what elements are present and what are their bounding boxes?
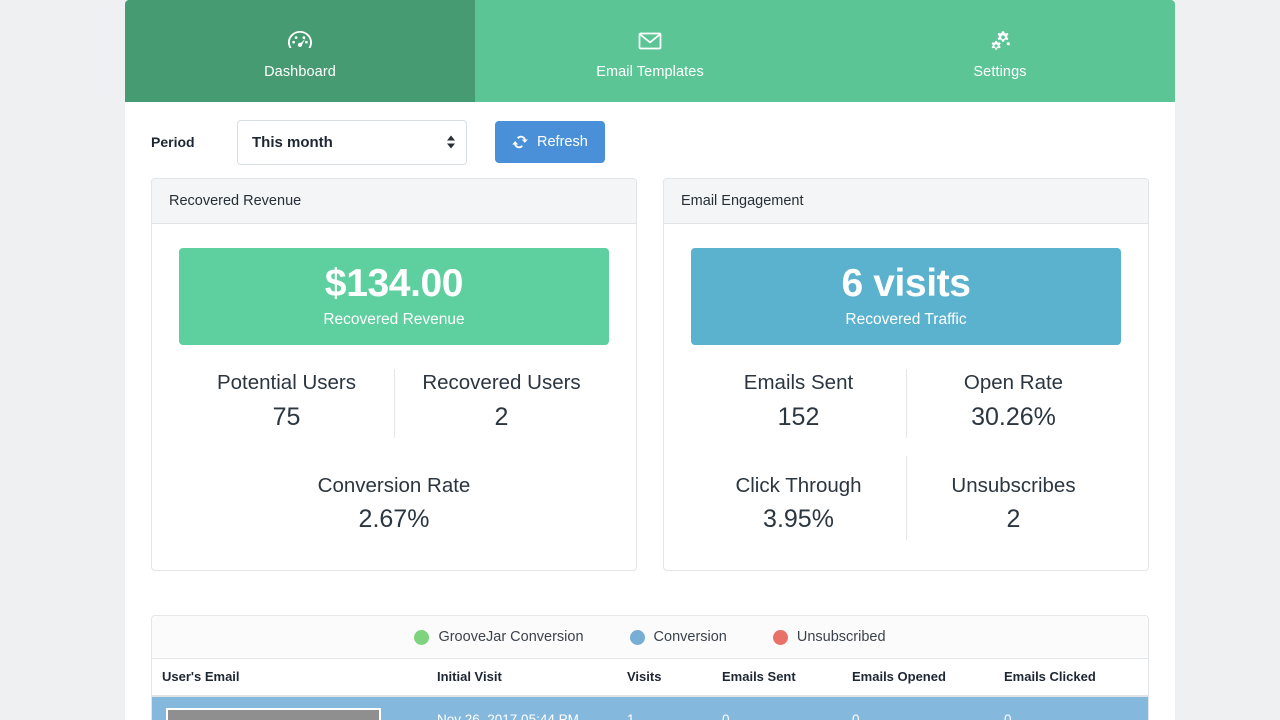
cell-emails-opened: 0 <box>852 696 1004 720</box>
panel-recovered-revenue: Recovered Revenue $134.00 Recovered Reve… <box>151 178 637 572</box>
app-root: Dashboard Email Templates Settings Perio… <box>0 0 1280 720</box>
legend-label: Unsubscribed <box>796 629 886 646</box>
stat-value: 30.26% <box>971 402 1056 431</box>
table-header-row: User's Email Initial Visit Visits Emails… <box>152 658 1148 698</box>
main-navigation: Dashboard Email Templates Settings <box>125 0 1175 102</box>
filter-bar: Period This month Refresh <box>125 102 1175 178</box>
revenue-stat-grid: Potential Users 75 Recovered Users 2 Con… <box>179 361 609 550</box>
revenue-hero-banner: $134.00 Recovered Revenue <box>179 248 609 345</box>
stat-conversion-rate: Conversion Rate 2.67% <box>179 448 609 551</box>
chart-legend: GrooveJar Conversion Conversion Unsubscr… <box>152 616 1148 659</box>
stat-open-rate: Open Rate 30.26% <box>906 361 1121 448</box>
stat-value: 2.67% <box>358 505 430 534</box>
period-select[interactable]: This month <box>237 119 467 165</box>
legend-color-dot <box>772 629 788 645</box>
users-table-section: GrooveJar Conversion Conversion Unsubscr… <box>151 615 1149 720</box>
users-table: User's Email Initial Visit Visits Emails… <box>152 658 1148 720</box>
cell-emails-clicked: 0 <box>1004 696 1148 720</box>
stat-label: Emails Sent <box>743 371 854 394</box>
envelope-icon <box>638 26 662 56</box>
tab-label: Email Templates <box>596 64 704 80</box>
cogs-icon <box>987 26 1013 56</box>
stat-value: 75 <box>272 402 301 431</box>
engagement-hero-value: 6 visits <box>841 262 971 306</box>
column-header-users-email[interactable]: User's Email <box>152 658 437 698</box>
stat-label: Recovered Users <box>422 371 581 394</box>
tab-dashboard[interactable]: Dashboard <box>125 0 475 102</box>
panel-body: $134.00 Recovered Revenue Potential User… <box>152 224 636 570</box>
tab-label: Dashboard <box>264 64 336 80</box>
main-container: Dashboard Email Templates Settings Perio… <box>125 0 1175 720</box>
legend-label: GrooveJar Conversion <box>438 629 584 646</box>
refresh-button[interactable]: Refresh <box>495 121 605 163</box>
legend-item-conversion: Conversion <box>629 629 727 646</box>
period-select-wrapper: This month <box>237 119 467 165</box>
redacted-email-box <box>166 708 381 720</box>
stat-value: 2 <box>494 402 509 431</box>
column-header-emails-sent[interactable]: Emails Sent <box>722 658 852 698</box>
stat-value: 3.95% <box>763 505 834 534</box>
engagement-hero-label: Recovered Traffic <box>845 310 967 328</box>
stat-label: Conversion Rate <box>317 473 471 497</box>
revenue-hero-label: Recovered Revenue <box>323 310 465 328</box>
panel-email-engagement: Email Engagement 6 visits Recovered Traf… <box>663 178 1149 572</box>
stat-label: Open Rate <box>963 371 1064 394</box>
tab-label: Settings <box>973 64 1027 80</box>
panel-title: Recovered Revenue <box>152 179 636 224</box>
refresh-icon <box>512 134 528 150</box>
cell-initial-visit: Nov 26, 2017 05:44 PM <box>437 696 627 720</box>
legend-label: Conversion <box>653 629 727 646</box>
stat-label: Click Through <box>735 473 862 497</box>
refresh-button-label: Refresh <box>537 134 588 150</box>
stat-value: 2 <box>1006 505 1021 534</box>
tab-email-templates[interactable]: Email Templates <box>475 0 825 102</box>
column-header-visits[interactable]: Visits <box>627 658 722 698</box>
table-body: Nov 26, 2017 05:44 PM 1 0 0 0 Nov 26, 20… <box>152 696 1148 720</box>
panel-body: 6 visits Recovered Traffic Emails Sent 1… <box>664 224 1148 570</box>
table-row[interactable]: Nov 26, 2017 05:44 PM 1 0 0 0 <box>152 696 1148 720</box>
period-label: Period <box>151 134 195 150</box>
engagement-stat-grid: Emails Sent 152 Open Rate 30.26% Click T… <box>691 361 1121 550</box>
cell-visits: 1 <box>627 696 722 720</box>
legend-item-unsubscribed: Unsubscribed <box>772 629 886 646</box>
column-header-emails-opened[interactable]: Emails Opened <box>852 658 1004 698</box>
cell-emails-sent: 0 <box>722 696 852 720</box>
period-select-value: This month <box>252 133 333 151</box>
column-header-emails-clicked[interactable]: Emails Clicked <box>1004 658 1148 698</box>
engagement-hero-banner: 6 visits Recovered Traffic <box>691 248 1121 345</box>
stat-value: 152 <box>777 402 820 431</box>
stat-recovered-users: Recovered Users 2 <box>394 361 609 448</box>
stat-label: Unsubscribes <box>951 473 1076 497</box>
tab-settings[interactable]: Settings <box>825 0 1175 102</box>
stat-panels: Recovered Revenue $134.00 Recovered Reve… <box>125 178 1175 572</box>
stat-potential-users: Potential Users 75 <box>179 361 394 448</box>
column-header-initial-visit[interactable]: Initial Visit <box>437 658 627 698</box>
panel-title: Email Engagement <box>664 179 1148 224</box>
cell-users-email <box>152 696 437 720</box>
legend-item-groovejar-conversion: GrooveJar Conversion <box>414 629 584 646</box>
stat-unsubscribes: Unsubscribes 2 <box>906 448 1121 551</box>
table-header: User's Email Initial Visit Visits Emails… <box>152 658 1148 698</box>
stat-label: Potential Users <box>216 371 356 394</box>
revenue-hero-value: $134.00 <box>324 262 464 306</box>
dashboard-gauge-icon <box>287 26 313 56</box>
stat-click-through: Click Through 3.95% <box>691 448 906 551</box>
legend-color-dot <box>629 629 645 645</box>
legend-color-dot <box>414 629 430 645</box>
stat-emails-sent: Emails Sent 152 <box>691 361 906 448</box>
